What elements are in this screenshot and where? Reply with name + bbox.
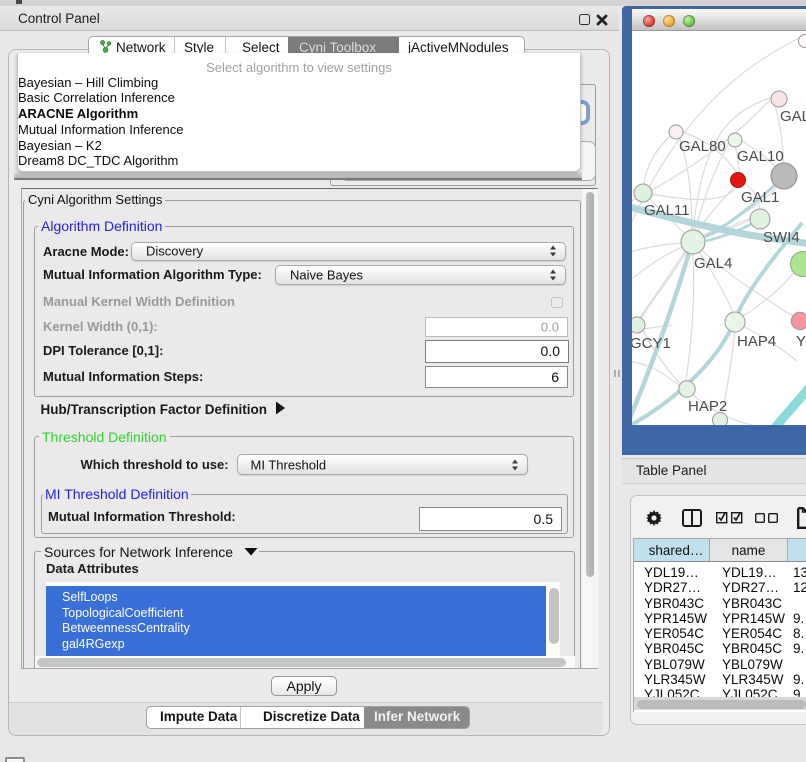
svg-text:HAP2: HAP2 [688, 398, 727, 415]
svg-text:GAL80: GAL80 [679, 138, 726, 155]
svg-text:GAL: GAL [780, 108, 806, 125]
svg-text:GAL11: GAL11 [644, 202, 690, 219]
svg-text:GAL10: GAL10 [737, 148, 784, 165]
svg-text:Y: Y [796, 333, 806, 350]
svg-text:SWI4: SWI4 [763, 229, 800, 246]
svg-text:GAL1: GAL1 [741, 189, 779, 206]
svg-text:GAL4: GAL4 [694, 255, 732, 272]
svg-text:GCY1: GCY1 [632, 335, 671, 352]
svg-text:HAP4: HAP4 [737, 333, 776, 350]
